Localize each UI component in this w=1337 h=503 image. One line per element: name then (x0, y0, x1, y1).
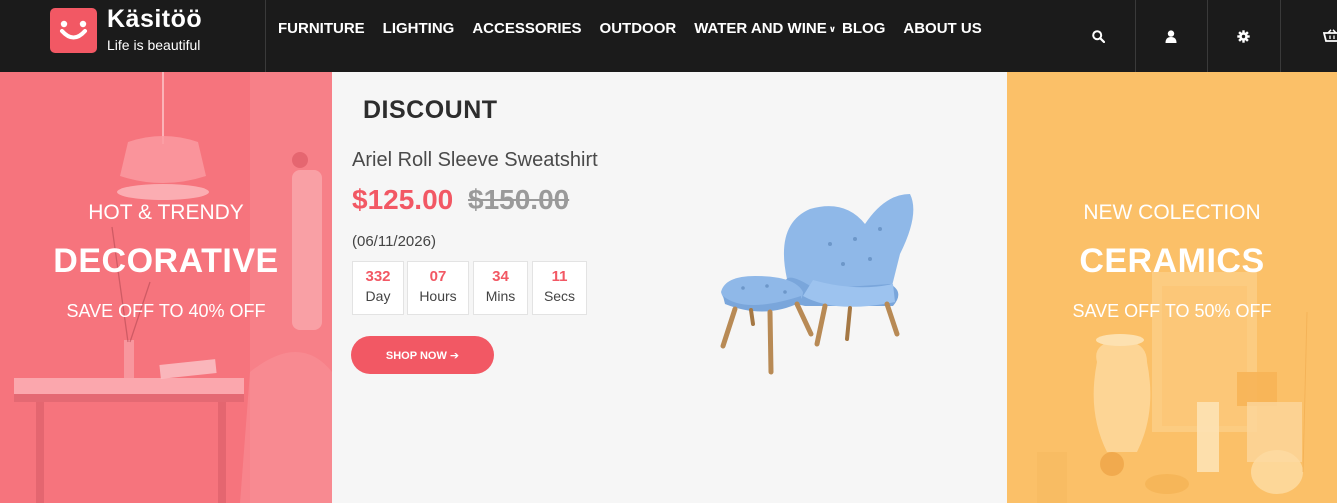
nav-water-and-wine[interactable]: WATER AND WINE ∨ (694, 20, 836, 37)
header-divider (1280, 0, 1281, 72)
product-name[interactable]: Ariel Roll Sleeve Sweatshirt (352, 149, 598, 172)
nav-blog[interactable]: BLOG (842, 20, 885, 37)
countdown-label: Secs (543, 288, 576, 304)
nav-label: OUTDOOR (599, 20, 677, 37)
countdown-value: 07 (429, 268, 447, 285)
countdown-label: Hours (419, 288, 457, 304)
banner-title: DECORATIVE (53, 242, 279, 280)
ceramics-image (1007, 72, 1337, 503)
gear-icon (1236, 29, 1250, 43)
promo-banner-decorative[interactable]: HOT & TRENDY DECORATIVE SAVE OFF TO 40% … (0, 72, 332, 503)
countdown-value: 34 (492, 268, 509, 285)
banner-subtitle: SAVE OFF TO 50% OFF (1072, 301, 1272, 321)
cart-button[interactable] (1296, 0, 1337, 72)
banner-subtitle: SAVE OFF TO 40% OFF (66, 301, 266, 321)
brand-tagline: Life is beautiful (107, 37, 201, 53)
countdown-label: Mins (485, 288, 516, 304)
countdown-hours: 07 Hours (407, 261, 469, 315)
header-divider (265, 0, 266, 72)
countdown-mins: 34 Mins (473, 261, 528, 315)
brand-name: Käsitöö (107, 5, 203, 33)
countdown-secs: 11 Secs (532, 261, 587, 315)
countdown-days: 332 Day (352, 261, 404, 315)
banner-kicker: HOT & TRENDY (88, 201, 244, 224)
countdown-label: Day (365, 288, 391, 304)
nav-outdoor[interactable]: OUTDOOR (600, 20, 677, 37)
account-button[interactable] (1135, 0, 1207, 72)
nav-furniture[interactable]: FURNITURE (278, 20, 365, 37)
nav-label: FURNITURE (278, 20, 365, 37)
deal-section: DISCOUNT Ariel Roll Sleeve Sweatshirt $1… (332, 72, 1007, 503)
product-image-armchair[interactable] (715, 184, 920, 384)
top-header: Käsitöö Life is beautiful FURNITURE LIGH… (0, 0, 1337, 72)
search-button[interactable] (1062, 0, 1134, 72)
smile-logo-icon (50, 8, 97, 53)
settings-button[interactable] (1207, 0, 1279, 72)
promo-banner-ceramics[interactable]: NEW COLECTION CERAMICS SAVE OFF TO 50% O… (1007, 72, 1337, 503)
shop-now-button[interactable]: SHOP NOW ➔ (351, 336, 494, 374)
price-current: $125.00 (352, 184, 454, 215)
cart-icon (1323, 29, 1337, 42)
main-nav: FURNITURE LIGHTING ACCESSORIES OUTDOOR W… (278, 20, 1000, 37)
nav-about-us[interactable]: ABOUT US (903, 20, 981, 37)
section-title: DISCOUNT (363, 96, 498, 124)
brand-logo[interactable]: Käsitöö Life is beautiful (50, 5, 265, 64)
deal-date: (06/11/2026) (352, 233, 436, 250)
nav-label: LIGHTING (382, 20, 455, 37)
countdown-value: 332 (365, 268, 391, 285)
countdown-value: 11 (551, 268, 568, 285)
decorative-room-image (0, 72, 332, 503)
search-icon (1091, 29, 1105, 43)
banner-kicker: NEW COLECTION (1083, 201, 1261, 224)
nav-label: ACCESSORIES (472, 20, 582, 37)
nav-accessories[interactable]: ACCESSORIES (472, 20, 581, 37)
chevron-down-icon: ∨ (828, 24, 837, 34)
nav-label: WATER AND WINE (694, 20, 827, 37)
nav-lighting[interactable]: LIGHTING (383, 20, 455, 37)
user-icon (1165, 29, 1177, 43)
price-original: $150.00 (468, 184, 570, 215)
nav-label: BLOG (842, 20, 886, 37)
banner-title: CERAMICS (1079, 242, 1265, 280)
nav-label: ABOUT US (903, 20, 982, 37)
